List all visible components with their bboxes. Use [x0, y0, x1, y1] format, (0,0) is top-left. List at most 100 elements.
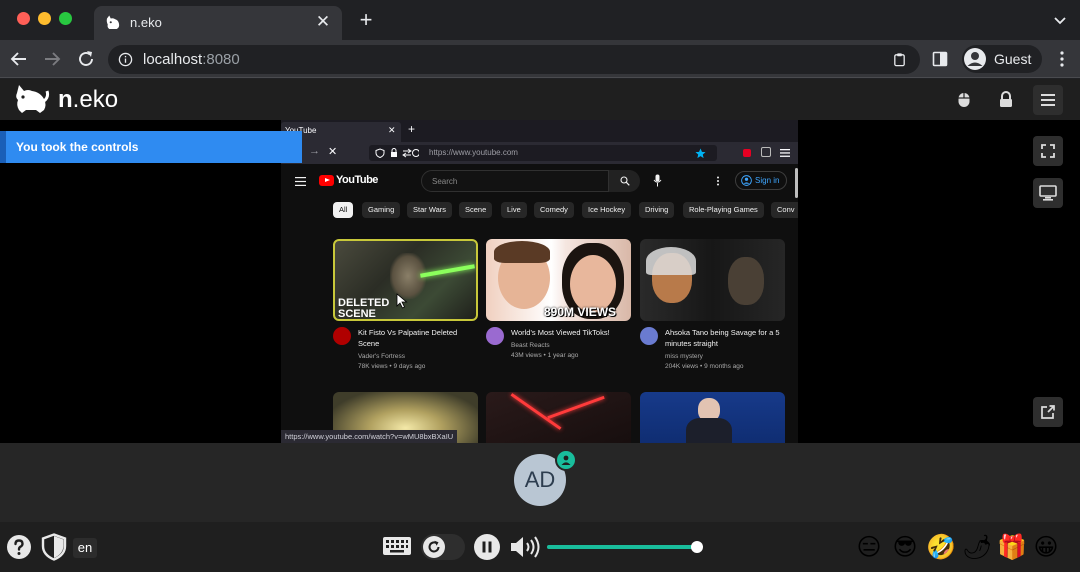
video-thumbnail[interactable]: 890M VIEWS — [486, 239, 631, 321]
yt-chip-star-wars[interactable]: Star Wars — [407, 202, 453, 218]
tab-close-icon[interactable]: ✕ — [312, 11, 334, 33]
browser-tab[interactable]: n.eko ✕ — [94, 6, 342, 40]
mouse-icon[interactable] — [957, 92, 971, 108]
browser-toolbar: localhost:8080 Guest — [0, 40, 1080, 78]
remote-scrollbar[interactable] — [795, 168, 798, 198]
help-icon[interactable] — [6, 534, 32, 560]
yt-chip-scene[interactable]: Scene — [459, 202, 493, 218]
yt-chip-gaming[interactable]: Gaming — [362, 202, 401, 218]
remote-extension-icon[interactable] — [743, 149, 751, 157]
yt-chip-conv[interactable]: Conv — [771, 202, 798, 218]
pause-icon — [482, 541, 492, 553]
remote-menu-icon[interactable] — [780, 148, 790, 158]
fullscreen-icon — [1041, 144, 1055, 158]
more-menu-icon[interactable] — [1054, 50, 1070, 68]
menu-button[interactable] — [1033, 85, 1063, 115]
emoji-laughing-face-icon[interactable]: 🤣 — [926, 534, 956, 562]
yt-mic-icon[interactable] — [653, 174, 662, 187]
yt-sign-in-label: Sign in — [755, 176, 780, 185]
pause-button[interactable] — [474, 534, 500, 560]
profile-label: Guest — [994, 51, 1032, 67]
remote-security-icons — [375, 148, 419, 158]
yt-menu-icon[interactable] — [295, 177, 306, 186]
video-title[interactable]: Kit Fisto Vs Palpatine Deleted Scene — [358, 327, 478, 349]
neko-header: n.eko — [0, 79, 1080, 120]
neko-logo-text: n.eko — [58, 86, 119, 113]
fullscreen-button[interactable] — [1033, 136, 1063, 166]
reload-icon[interactable] — [75, 48, 97, 70]
video-thumbnail[interactable]: DELETED SCENE — [333, 239, 478, 321]
channel-avatar[interactable] — [486, 327, 504, 345]
thumbnail-text: 890M VIEWS — [544, 305, 617, 319]
control-toggle[interactable] — [421, 534, 465, 560]
notification-text: You took the controls — [16, 140, 139, 154]
keyboard-icon[interactable] — [382, 536, 412, 556]
channel-avatar[interactable] — [333, 327, 351, 345]
volume-slider-fill — [547, 545, 697, 549]
volume-slider-thumb[interactable] — [691, 541, 703, 553]
info-icon[interactable] — [118, 52, 133, 67]
remote-bookmark-star-icon[interactable] — [695, 148, 706, 159]
emoji-neutral-face-icon[interactable]: 😑 — [855, 534, 883, 562]
remote-new-tab-button[interactable]: + — [408, 122, 415, 136]
video-thumbnail[interactable] — [640, 392, 785, 443]
window-maximize-button[interactable] — [59, 12, 72, 25]
video-thumbnail[interactable] — [640, 239, 785, 321]
yt-chip-live[interactable]: Live — [501, 202, 527, 218]
desktop-icon — [1039, 185, 1057, 201]
back-arrow-icon[interactable] — [8, 48, 30, 70]
yt-search-button[interactable] — [608, 170, 640, 192]
control-refresh-icon — [428, 540, 440, 553]
popout-button[interactable] — [1033, 397, 1063, 427]
remote-address-bar[interactable]: https://www.youtube.com — [369, 145, 717, 161]
control-notification: You took the controls — [0, 131, 302, 163]
video-channel[interactable]: Vader's Fortress — [358, 353, 405, 360]
tab-search-chevron-icon[interactable] — [1050, 10, 1070, 30]
lock-icon[interactable] — [998, 91, 1014, 108]
hamburger-icon — [1041, 94, 1055, 106]
yt-sign-in-button[interactable]: Sign in — [735, 171, 787, 190]
volume-slider[interactable] — [547, 541, 703, 553]
window-close-button[interactable] — [17, 12, 30, 25]
remote-extension-puzzle-icon[interactable] — [761, 147, 771, 157]
yt-chip-ice-hockey[interactable]: Ice Hockey — [582, 202, 632, 218]
screen-resolution-button[interactable] — [1033, 178, 1063, 208]
toggle-knob — [423, 536, 445, 558]
remote-status-url: https://www.youtube.com/watch?v=wMU8bxBX… — [281, 430, 458, 443]
remote-tab-close-icon[interactable]: ✕ — [388, 125, 396, 136]
yt-chip-comedy[interactable]: Comedy — [534, 202, 574, 218]
volume-icon[interactable] — [509, 535, 541, 559]
channel-avatar[interactable] — [640, 327, 658, 345]
video-title[interactable]: Ahsoka Tano being Savage for a 5 minutes… — [665, 327, 785, 349]
remote-stop-icon[interactable]: ✕ — [328, 145, 337, 158]
clipboard-icon[interactable] — [892, 52, 907, 67]
neko-logo-icon — [16, 85, 50, 113]
forward-arrow-icon[interactable] — [41, 48, 63, 70]
yt-chip-driving[interactable]: Driving — [639, 202, 675, 218]
yt-chip-role-playing-games[interactable]: Role-Playing Games — [683, 202, 764, 218]
window-minimize-button[interactable] — [38, 12, 51, 25]
video-channel[interactable]: miss mystery — [665, 353, 703, 360]
emoji-smile-face-icon[interactable]: 😀 — [1032, 534, 1060, 562]
emoji-chili-pepper-icon[interactable]: 🌶 — [962, 534, 992, 562]
video-channel[interactable]: Beast Reacts — [511, 342, 550, 349]
youtube-page: YouTube Search Sign in All Gaming Star W — [281, 164, 798, 443]
remote-cursor-icon — [396, 293, 408, 309]
emoji-gift-icon[interactable]: 🎁 — [997, 534, 1027, 562]
video-meta: 78K views • 9 days ago — [358, 363, 426, 370]
user-icon — [561, 455, 571, 465]
shield-icon[interactable] — [41, 533, 67, 561]
side-panel-icon[interactable] — [932, 51, 948, 67]
remote-forward-icon[interactable]: → — [309, 145, 320, 157]
yt-chip-all[interactable]: All — [333, 202, 354, 218]
language-selector[interactable]: en — [73, 538, 97, 558]
emoji-cool-face-icon[interactable]: 😎 — [891, 534, 919, 562]
profile-button[interactable]: Guest — [962, 45, 1042, 73]
video-title[interactable]: World's Most Viewed TikToks! — [511, 327, 631, 338]
remote-screen[interactable]: YouTube ✕ + → ✕ https://www.youtube.com — [281, 120, 798, 443]
address-bar[interactable]: localhost:8080 — [108, 45, 920, 74]
yt-search-input[interactable]: Search — [421, 170, 640, 192]
video-thumbnail[interactable] — [486, 392, 631, 443]
new-tab-button[interactable]: + — [354, 8, 378, 32]
yt-settings-dots-icon[interactable] — [716, 176, 720, 186]
